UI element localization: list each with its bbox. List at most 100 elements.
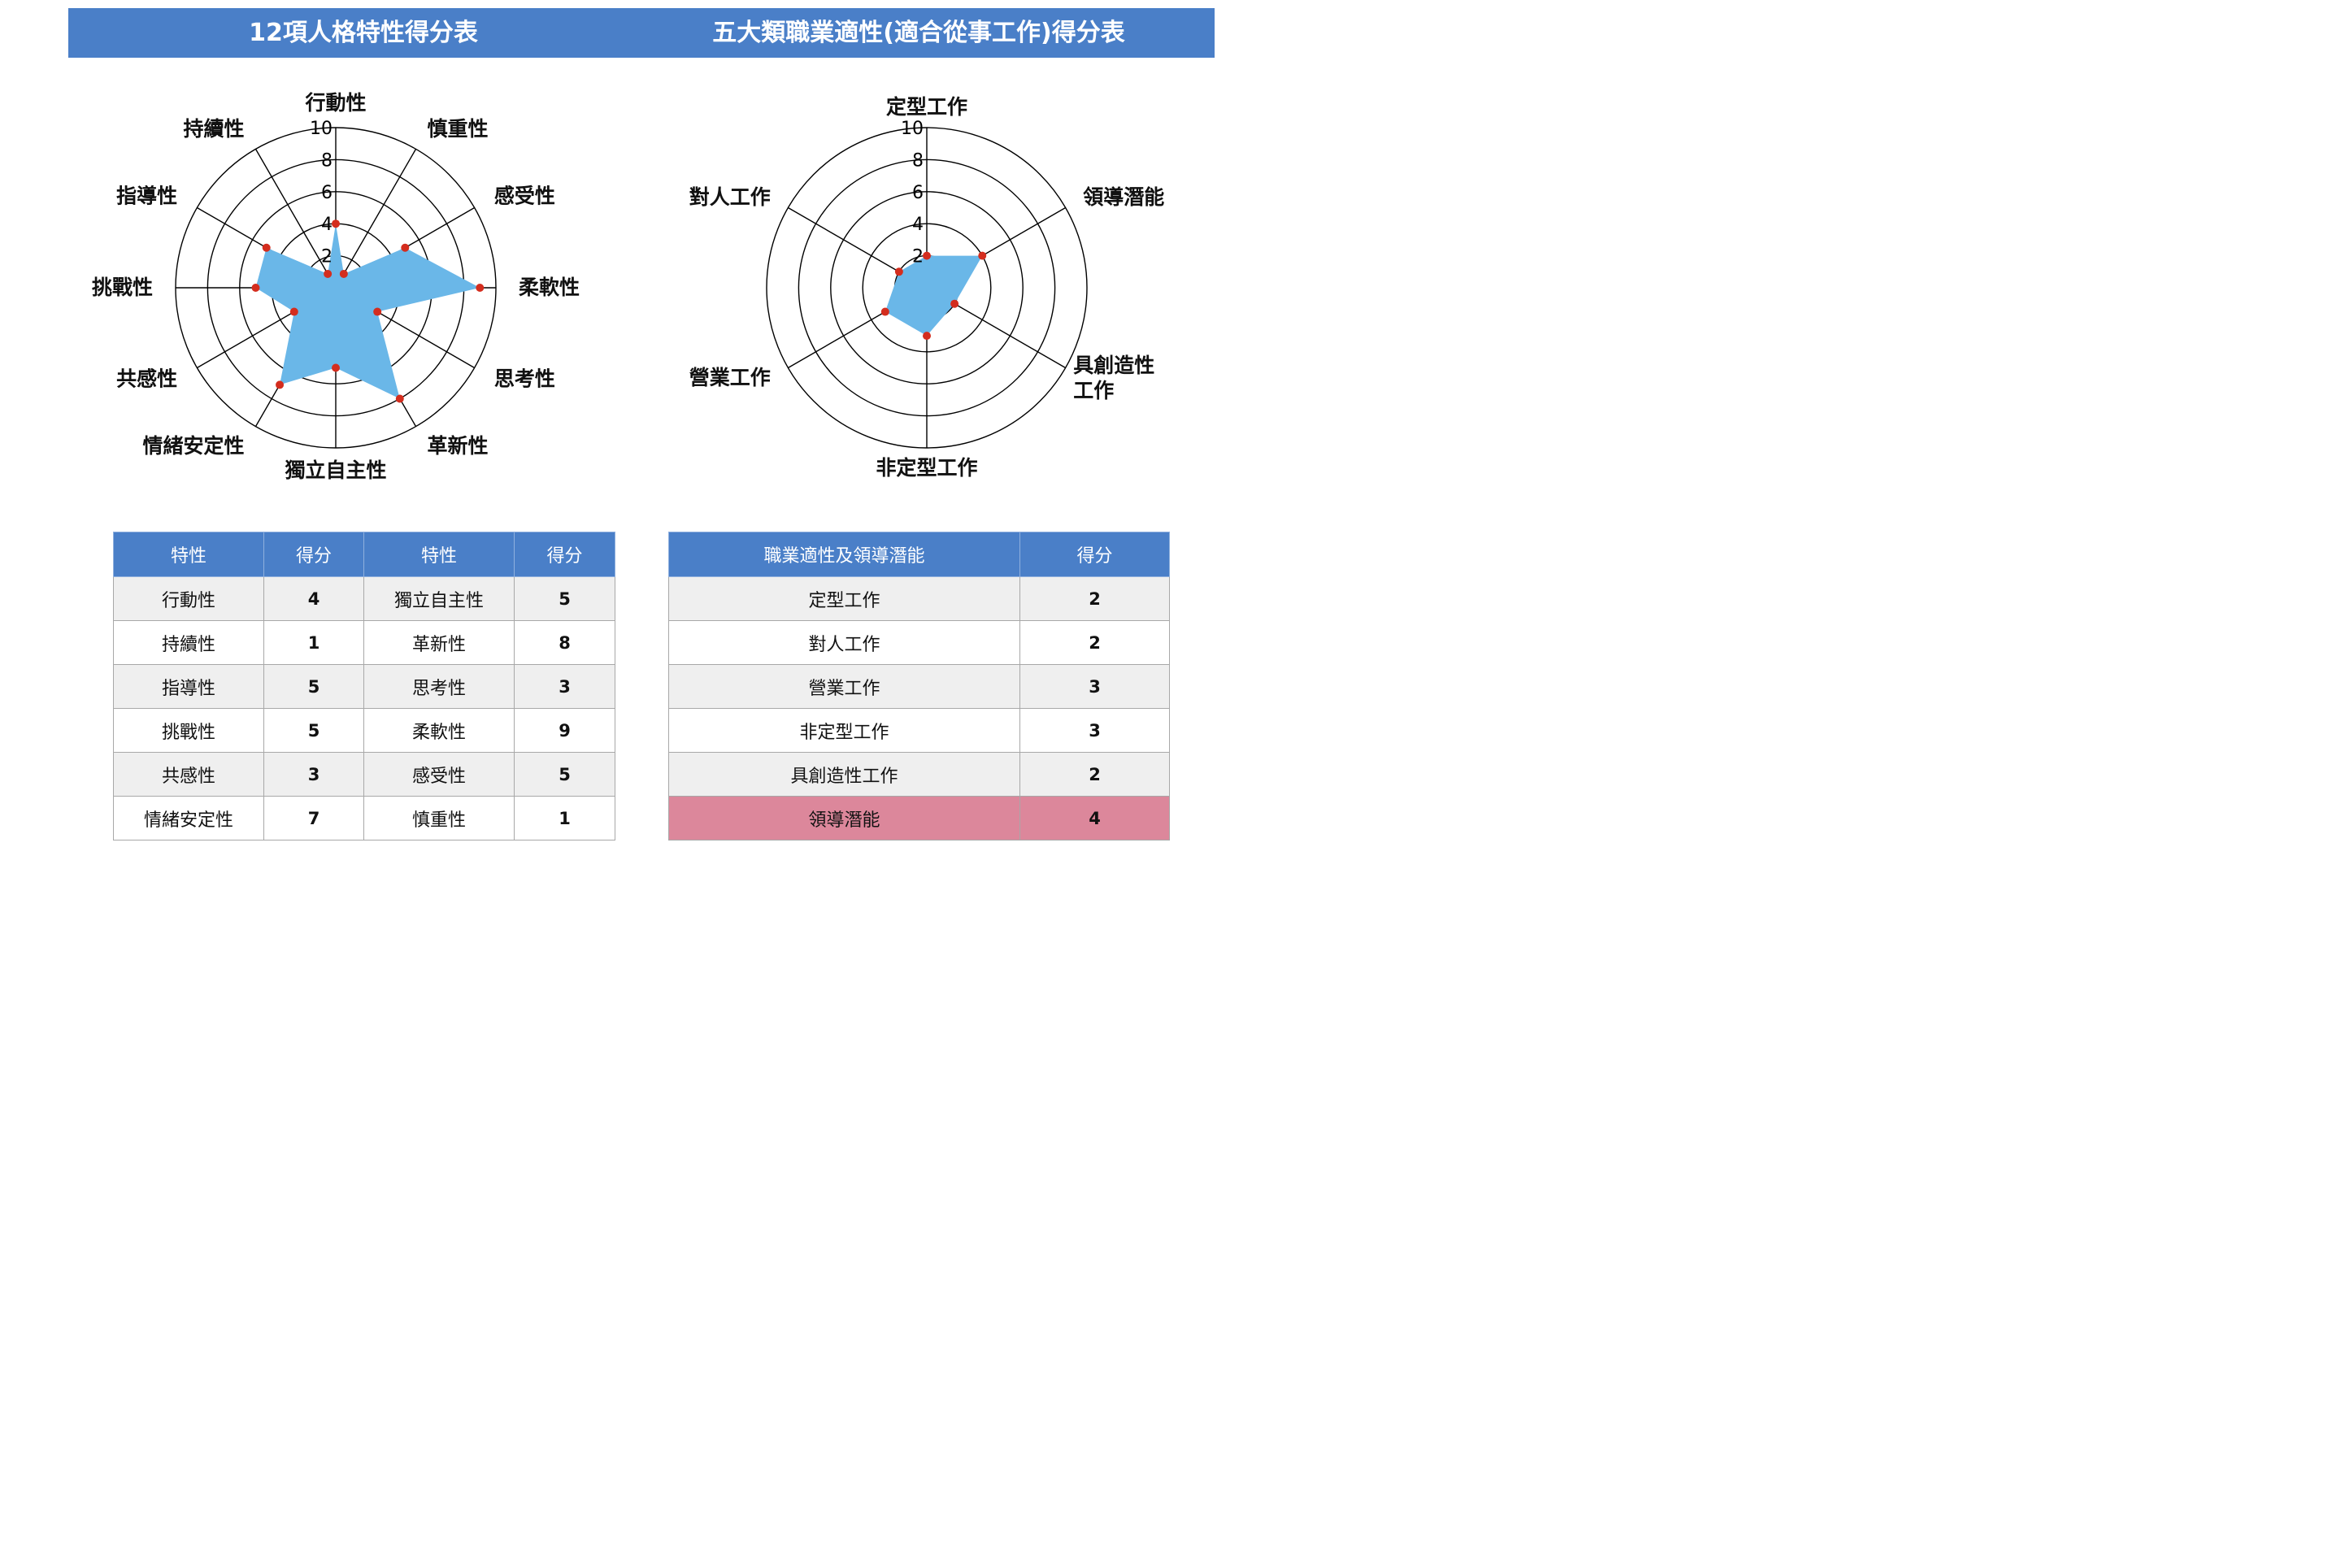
data-point bbox=[894, 267, 903, 276]
career-score-table: 職業適性及領導潛能 得分 定型工作 2 對人工作 2 營業工作 3 非定型工作 … bbox=[668, 532, 1170, 840]
career-score: 2 bbox=[1019, 752, 1170, 797]
axis-label: 指導性 bbox=[116, 185, 177, 208]
trait-score: 3 bbox=[263, 752, 364, 797]
radial-tick-label: 4 bbox=[912, 215, 924, 235]
radial-tick-label: 10 bbox=[310, 119, 333, 139]
radial-tick-label: 4 bbox=[321, 215, 333, 235]
table-header-row: 特性 得分 特性 得分 bbox=[113, 532, 615, 577]
axis-label: 思考性 bbox=[494, 367, 555, 391]
axis-label: 定型工作 bbox=[886, 95, 967, 119]
career-score: 4 bbox=[1019, 796, 1170, 840]
trait-score: 5 bbox=[263, 664, 364, 709]
career-score: 2 bbox=[1019, 620, 1170, 665]
radial-tick-label: 6 bbox=[912, 183, 924, 203]
career-name: 非定型工作 bbox=[668, 708, 1020, 753]
data-point bbox=[251, 284, 260, 292]
data-point bbox=[373, 307, 382, 316]
table-row: 持續性 1 革新性 8 bbox=[113, 620, 615, 665]
trait-score: 1 bbox=[263, 620, 364, 665]
data-point bbox=[923, 332, 931, 341]
trait-score: 9 bbox=[514, 708, 615, 753]
column-header: 職業適性及領導潛能 bbox=[668, 532, 1020, 577]
trait-score: 7 bbox=[263, 796, 364, 840]
trait-score: 5 bbox=[263, 708, 364, 753]
trait-name: 獨立自主性 bbox=[363, 576, 515, 621]
axis-label: 柔軟性 bbox=[519, 276, 580, 299]
traits-score-table: 特性 得分 特性 得分 行動性 4 獨立自主性 5 持續性 1 革新性 8 指導… bbox=[113, 532, 615, 840]
data-point bbox=[950, 299, 959, 308]
table-row-highlighted: 領導潛能 4 bbox=[668, 796, 1170, 840]
trait-score: 5 bbox=[514, 576, 615, 621]
axis-label: 非定型工作 bbox=[876, 456, 977, 480]
axis-label: 挑戰性 bbox=[92, 276, 153, 299]
career-score: 3 bbox=[1019, 664, 1170, 709]
career-score: 3 bbox=[1019, 708, 1170, 753]
radial-tick-label: 8 bbox=[321, 150, 333, 171]
trait-name: 情緒安定性 bbox=[113, 796, 264, 840]
trait-score: 3 bbox=[514, 664, 615, 709]
trait-name: 持續性 bbox=[113, 620, 264, 665]
radial-tick-label: 2 bbox=[912, 247, 924, 267]
axis-label: 共感性 bbox=[116, 367, 177, 391]
column-header: 特性 bbox=[113, 532, 264, 577]
column-header: 得分 bbox=[263, 532, 364, 577]
data-point bbox=[923, 251, 931, 260]
trait-name: 柔軟性 bbox=[363, 708, 515, 753]
table-row: 指導性 5 思考性 3 bbox=[113, 664, 615, 709]
career-name: 領導潛能 bbox=[668, 796, 1020, 840]
axis-label: 慎重性 bbox=[428, 117, 489, 141]
data-point bbox=[978, 251, 987, 260]
axis-label: 對人工作 bbox=[689, 185, 771, 209]
axis-label: 行動性 bbox=[304, 91, 366, 115]
data-point bbox=[289, 307, 298, 316]
trait-name: 共感性 bbox=[113, 752, 264, 797]
trait-name: 革新性 bbox=[363, 620, 515, 665]
radar-charts: 2 4 6 8 10 行動性慎重性感受性柔軟性思考性革新性獨立自主性 情緒安定性 共感性 挑戰性… bbox=[92, 91, 1164, 482]
column-header: 特性 bbox=[363, 532, 515, 577]
axis-label: 情緒安定性 bbox=[142, 434, 244, 458]
data-point bbox=[332, 363, 340, 372]
table-header-row: 職業適性及領導潛能 得分 bbox=[668, 532, 1170, 577]
career-name: 定型工作 bbox=[668, 576, 1020, 621]
trait-name: 感受性 bbox=[363, 752, 515, 797]
score-area bbox=[255, 224, 480, 399]
radial-tick-label: 6 bbox=[321, 183, 333, 203]
trait-score: 5 bbox=[514, 752, 615, 797]
column-header: 得分 bbox=[1019, 532, 1170, 577]
axis-label: 具創造性工作 bbox=[1073, 354, 1154, 402]
table-row: 挑戰性 5 柔軟性 9 bbox=[113, 708, 615, 753]
data-point bbox=[324, 269, 333, 278]
table-row: 定型工作 2 bbox=[668, 576, 1170, 621]
data-point bbox=[276, 380, 285, 389]
trait-name: 行動性 bbox=[113, 576, 264, 621]
column-header: 得分 bbox=[514, 532, 615, 577]
table-row: 共感性 3 感受性 5 bbox=[113, 752, 615, 797]
radial-tick-label: 10 bbox=[901, 119, 924, 139]
data-point bbox=[339, 269, 348, 278]
radial-tick-label: 8 bbox=[912, 150, 924, 171]
axis-label: 營業工作 bbox=[689, 366, 771, 389]
data-point bbox=[880, 307, 889, 316]
table-row: 對人工作 2 bbox=[668, 620, 1170, 665]
axis-label: 感受性 bbox=[494, 185, 555, 208]
trait-name: 指導性 bbox=[113, 664, 264, 709]
trait-name: 慎重性 bbox=[363, 796, 515, 840]
trait-score: 4 bbox=[263, 576, 364, 621]
axis-label: 獨立自主性 bbox=[284, 458, 386, 482]
trait-score: 1 bbox=[514, 796, 615, 840]
career-name: 營業工作 bbox=[668, 664, 1020, 709]
table-row: 行動性 4 獨立自主性 5 bbox=[113, 576, 615, 621]
axis-label: 革新性 bbox=[428, 434, 489, 458]
table-row: 非定型工作 3 bbox=[668, 708, 1170, 753]
career-name: 具創造性工作 bbox=[668, 752, 1020, 797]
career-score: 2 bbox=[1019, 576, 1170, 621]
trait-name: 思考性 bbox=[363, 664, 515, 709]
trait-name: 挑戰性 bbox=[113, 708, 264, 753]
axis-label: 持續性 bbox=[183, 117, 244, 141]
data-point bbox=[476, 284, 485, 292]
table-row: 營業工作 3 bbox=[668, 664, 1170, 709]
axis-label: 領導潛能 bbox=[1083, 185, 1164, 209]
data-point bbox=[395, 394, 404, 403]
table-row: 情緒安定性 7 慎重性 1 bbox=[113, 796, 615, 840]
personality-radar-chart: 2 4 6 8 10 行動性慎重性感受性柔軟性思考性革新性獨立自主性 情緒安定性 共感性 挑戰性… bbox=[92, 91, 580, 482]
